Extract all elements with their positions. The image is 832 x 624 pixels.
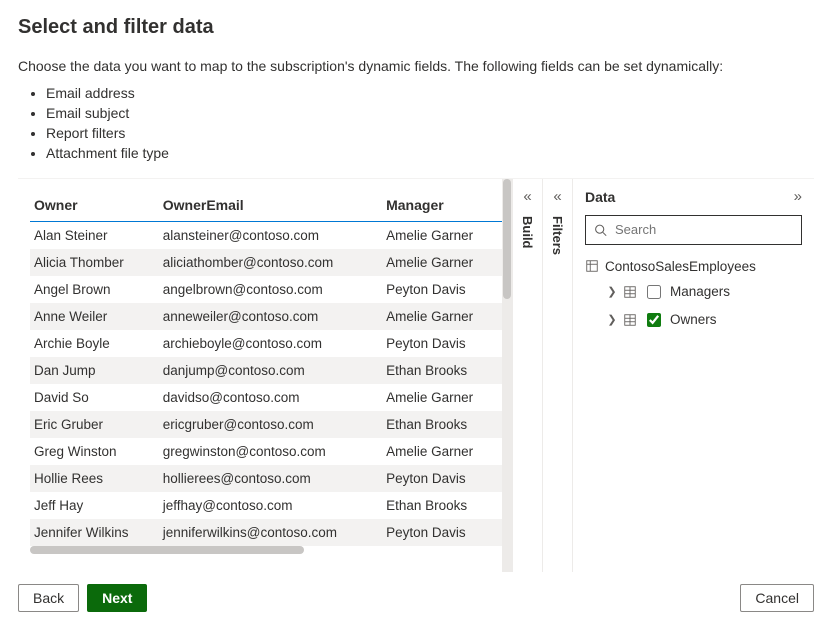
page-title: Select and filter data [18, 16, 814, 39]
col-manager[interactable]: Manager [382, 191, 502, 222]
table-cell: Ethan Brooks [382, 492, 502, 519]
data-table: Owner OwnerEmail Manager Alan Steinerala… [30, 191, 502, 546]
intro-text: Choose the data you want to map to the s… [18, 57, 814, 77]
table-row[interactable]: Greg Winstongregwinston@contoso.comAmeli… [30, 438, 502, 465]
back-button[interactable]: Back [18, 584, 79, 612]
data-pane-title: Data [585, 189, 615, 205]
table-row[interactable]: Anne Weileranneweiler@contoso.comAmelie … [30, 303, 502, 330]
table-cell: Ethan Brooks [382, 357, 502, 384]
list-item: Attachment file type [46, 143, 814, 163]
table-cell: Eric Gruber [30, 411, 159, 438]
table-cell: Amelie Garner [382, 303, 502, 330]
table-row[interactable]: Angel Brownangelbrown@contoso.comPeyton … [30, 276, 502, 303]
dataset-name: ContosoSalesEmployees [605, 259, 756, 274]
table-checkbox[interactable] [647, 313, 661, 327]
build-rail-label: Build [520, 216, 535, 249]
table-name: Owners [670, 312, 717, 327]
col-owner[interactable]: Owner [30, 191, 159, 222]
table-icon [623, 313, 637, 327]
table-cell: jenniferwilkins@contoso.com [159, 519, 382, 546]
table-cell: Alan Steiner [30, 221, 159, 249]
table-cell: aliciathomber@contoso.com [159, 249, 382, 276]
chevron-left-double-icon: « [523, 189, 531, 204]
table-cell: hollierees@contoso.com [159, 465, 382, 492]
next-button[interactable]: Next [87, 584, 147, 612]
table-cell: jeffhay@contoso.com [159, 492, 382, 519]
table-row[interactable]: Alan Steineralansteiner@contoso.comAmeli… [30, 221, 502, 249]
filters-rail[interactable]: « Filters [542, 179, 572, 572]
table-cell: Hollie Rees [30, 465, 159, 492]
table-cell: Peyton Davis [382, 330, 502, 357]
table-cell: davidso@contoso.com [159, 384, 382, 411]
cancel-button[interactable]: Cancel [740, 584, 814, 612]
table-cell: danjump@contoso.com [159, 357, 382, 384]
table-cell: Greg Winston [30, 438, 159, 465]
table-cell: Jeff Hay [30, 492, 159, 519]
workspace: Owner OwnerEmail Manager Alan Steinerala… [18, 178, 814, 572]
table-icon [623, 285, 637, 299]
search-input[interactable] [613, 221, 793, 238]
table-row[interactable]: Jennifer Wilkinsjenniferwilkins@contoso.… [30, 519, 502, 546]
table-cell: alansteiner@contoso.com [159, 221, 382, 249]
table-cell: Peyton Davis [382, 276, 502, 303]
table-cell: Amelie Garner [382, 249, 502, 276]
table-row[interactable]: Alicia Thomberaliciathomber@contoso.comA… [30, 249, 502, 276]
table-row[interactable]: Dan Jumpdanjump@contoso.comEthan Brooks [30, 357, 502, 384]
chevron-left-double-icon: « [553, 189, 561, 204]
database-icon [585, 259, 599, 273]
chevron-right-icon: ❯ [607, 285, 617, 298]
footer: Back Next Cancel [18, 572, 814, 612]
table-cell: Angel Brown [30, 276, 159, 303]
table-cell: ericgruber@contoso.com [159, 411, 382, 438]
table-cell: Dan Jump [30, 357, 159, 384]
table-cell: Amelie Garner [382, 438, 502, 465]
search-icon [594, 223, 607, 237]
table-cell: Ethan Brooks [382, 411, 502, 438]
list-item: Email subject [46, 103, 814, 123]
table-name: Managers [670, 284, 730, 299]
table-cell: Peyton Davis [382, 465, 502, 492]
table-node[interactable]: ❯ Owners [585, 306, 802, 334]
list-item: Report filters [46, 123, 814, 143]
table-cell: Anne Weiler [30, 303, 159, 330]
col-owneremail[interactable]: OwnerEmail [159, 191, 382, 222]
table-cell: angelbrown@contoso.com [159, 276, 382, 303]
table-cell: Archie Boyle [30, 330, 159, 357]
list-item: Email address [46, 83, 814, 103]
table-cell: Amelie Garner [382, 384, 502, 411]
table-cell: David So [30, 384, 159, 411]
vertical-scrollbar[interactable] [502, 179, 512, 572]
table-row[interactable]: Jeff Hayjeffhay@contoso.comEthan Brooks [30, 492, 502, 519]
table-cell: Jennifer Wilkins [30, 519, 159, 546]
table-row[interactable]: Hollie Reeshollierees@contoso.comPeyton … [30, 465, 502, 492]
build-rail[interactable]: « Build [512, 179, 542, 572]
chevron-right-icon: ❯ [607, 313, 617, 326]
table-cell: anneweiler@contoso.com [159, 303, 382, 330]
data-tree: ContosoSalesEmployees ❯ Managers ❯ Owners [585, 255, 802, 334]
filters-rail-label: Filters [550, 216, 565, 255]
table-node[interactable]: ❯ Managers [585, 278, 802, 306]
data-table-scroll[interactable]: Owner OwnerEmail Manager Alan Steinerala… [18, 179, 502, 572]
dynamic-fields-list: Email address Email subject Report filte… [46, 83, 814, 164]
horizontal-scrollbar[interactable] [30, 546, 502, 558]
table-row[interactable]: Archie Boylearchieboyle@contoso.comPeyto… [30, 330, 502, 357]
table-row[interactable]: Eric Gruberericgruber@contoso.comEthan B… [30, 411, 502, 438]
chevron-right-double-icon[interactable]: » [794, 189, 802, 204]
table-cell: Amelie Garner [382, 221, 502, 249]
search-box[interactable] [585, 215, 802, 245]
table-cell: archieboyle@contoso.com [159, 330, 382, 357]
table-checkbox[interactable] [647, 285, 661, 299]
dataset-node[interactable]: ContosoSalesEmployees [585, 255, 802, 278]
table-cell: gregwinston@contoso.com [159, 438, 382, 465]
table-cell: Peyton Davis [382, 519, 502, 546]
table-row[interactable]: David Sodavidso@contoso.comAmelie Garner [30, 384, 502, 411]
table-cell: Alicia Thomber [30, 249, 159, 276]
data-pane: Data » ContosoSalesEmployees ❯ Managers ❯ O… [572, 179, 814, 572]
